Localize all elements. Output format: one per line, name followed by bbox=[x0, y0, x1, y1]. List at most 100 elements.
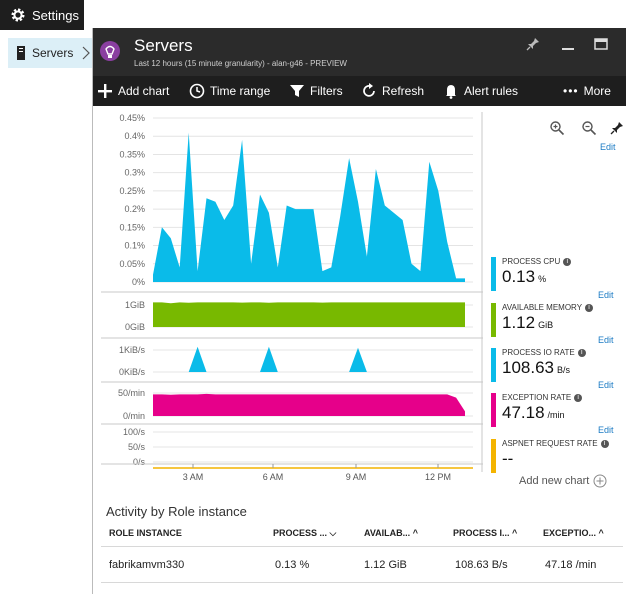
y-tick-label: 0.4% bbox=[124, 131, 145, 141]
lightbulb-icon bbox=[100, 41, 120, 61]
add-chart-button[interactable]: Add chart bbox=[97, 76, 169, 106]
metric-color-bar bbox=[491, 348, 496, 382]
info-icon[interactable]: i bbox=[600, 440, 609, 448]
servers-blade: Servers Last 12 hours (15 minute granula… bbox=[92, 28, 626, 594]
y-tick-label: 100/s bbox=[123, 427, 146, 437]
y-tick-label: 0KiB/s bbox=[119, 367, 146, 377]
info-icon[interactable]: i bbox=[585, 304, 594, 312]
time-range-label: Time range bbox=[210, 84, 271, 98]
filters-button[interactable]: Filters bbox=[289, 76, 343, 106]
y-tick-label: 0.15% bbox=[119, 222, 145, 232]
add-circle-icon bbox=[593, 474, 607, 488]
metric-value: -- bbox=[502, 449, 514, 468]
pin-icon[interactable] bbox=[525, 36, 541, 52]
column-header-exception[interactable]: EXCEPTIO... ^ bbox=[543, 528, 604, 538]
metric-value: 47.18 bbox=[502, 403, 545, 422]
y-tick-label: 50/s bbox=[128, 442, 146, 452]
edit-link-memory[interactable]: Edit bbox=[598, 290, 614, 300]
chevron-right-icon bbox=[82, 46, 90, 60]
series-area bbox=[153, 302, 465, 327]
more-label: More bbox=[583, 84, 611, 98]
column-header-role-instance[interactable]: ROLE INSTANCE bbox=[109, 528, 182, 538]
metric-name: ASPNET REQUEST RATE bbox=[502, 439, 598, 448]
add-new-chart-label: Add new chart bbox=[519, 475, 590, 487]
y-tick-label: 50/min bbox=[118, 388, 145, 398]
y-tick-label: 0/s bbox=[133, 457, 146, 467]
y-tick-label: 0.2% bbox=[124, 204, 145, 214]
add-new-chart-link[interactable]: Add new chart bbox=[519, 474, 607, 488]
cell-exception: 47.18 /min bbox=[545, 559, 597, 571]
command-bar: Add chart Time range Filters Refresh Ale… bbox=[93, 76, 626, 106]
y-tick-label: 0.1% bbox=[124, 241, 145, 251]
minimize-icon[interactable] bbox=[560, 36, 576, 52]
y-tick-label: 0.05% bbox=[119, 259, 145, 269]
metric-color-bar bbox=[491, 257, 496, 291]
plus-icon bbox=[98, 84, 112, 98]
info-icon[interactable]: i bbox=[577, 349, 586, 357]
column-header-process-io[interactable]: PROCESS I... ^ bbox=[453, 528, 517, 538]
column-label: EXCEPTIO... bbox=[543, 528, 597, 538]
refresh-button[interactable]: Refresh bbox=[361, 76, 424, 106]
alert-rules-button[interactable]: Alert rules bbox=[443, 76, 518, 106]
add-chart-label: Add chart bbox=[118, 84, 170, 98]
series-area bbox=[153, 132, 465, 282]
column-header-available-memory[interactable]: AVAILAB... ^ bbox=[364, 528, 418, 538]
more-button[interactable]: ••• More bbox=[563, 76, 611, 106]
table-row-divider bbox=[101, 582, 623, 583]
breadcrumb-servers[interactable]: Servers bbox=[8, 38, 98, 68]
metrics-chart: 0.45% 0.4% 0.35% 0.3% 0.25% 0.2% 0.15% 0.1% 0.05… bbox=[101, 112, 483, 482]
blade-subtitle: Last 12 hours (15 minute granularity) - … bbox=[134, 59, 347, 68]
y-tick-label: 0/min bbox=[123, 411, 145, 421]
metric-unit: GiB bbox=[538, 320, 554, 330]
breadcrumb-label: Servers bbox=[32, 46, 74, 60]
y-tick-label: 0.25% bbox=[119, 186, 145, 196]
settings-tab[interactable]: Settings bbox=[0, 0, 84, 30]
series-area bbox=[153, 393, 465, 416]
edit-link-aspnet[interactable]: Edit bbox=[598, 425, 614, 435]
cell-available-memory: 1.12 GiB bbox=[364, 559, 407, 571]
metric-unit: % bbox=[538, 274, 547, 284]
y-tick-label: 0.45% bbox=[119, 113, 145, 123]
metric-color-bar bbox=[491, 439, 496, 473]
y-tick-label: 0% bbox=[132, 277, 145, 287]
x-tick-label: 12 PM bbox=[425, 472, 451, 482]
metric-name: PROCESS CPU bbox=[502, 257, 561, 266]
metric-unit: /min bbox=[547, 410, 565, 420]
y-tick-label: 0GiB bbox=[125, 322, 145, 332]
blade-title: Servers bbox=[134, 36, 193, 55]
metric-unit: B/s bbox=[557, 365, 571, 375]
metric-value: 1.12 bbox=[502, 313, 536, 332]
y-tick-label: 0.3% bbox=[124, 168, 145, 178]
info-icon[interactable]: i bbox=[574, 394, 583, 402]
metric-value: 0.13 bbox=[502, 267, 536, 286]
time-range-button[interactable]: Time range bbox=[189, 76, 270, 106]
column-header-process-cpu[interactable]: PROCESS ... ⌵ bbox=[273, 528, 336, 539]
bell-icon bbox=[446, 85, 456, 99]
ellipsis-icon: ••• bbox=[563, 84, 579, 98]
column-label: AVAILAB... bbox=[364, 528, 411, 538]
metric-color-bar bbox=[491, 303, 496, 337]
maximize-icon[interactable] bbox=[593, 36, 609, 52]
cell-process-cpu: 0.13 % bbox=[275, 559, 310, 571]
sort-asc-icon: ^ bbox=[512, 528, 518, 538]
cell-role-instance: fabrikamvm330 bbox=[109, 559, 185, 571]
alert-rules-label: Alert rules bbox=[464, 84, 519, 98]
y-tick-label: 1GiB bbox=[125, 300, 145, 310]
column-label: PROCESS ... bbox=[273, 528, 328, 538]
server-icon bbox=[17, 46, 25, 60]
x-tick-label: 3 AM bbox=[183, 472, 204, 482]
x-tick-label: 6 AM bbox=[263, 472, 284, 482]
table-header-divider bbox=[101, 546, 623, 547]
y-tick-label: 0.35% bbox=[119, 149, 145, 159]
y-tick-label: 1KiB/s bbox=[119, 345, 146, 355]
edit-link-io[interactable]: Edit bbox=[598, 335, 614, 345]
filter-icon bbox=[290, 85, 304, 97]
column-label: ROLE INSTANCE bbox=[109, 528, 182, 538]
metric-color-bar bbox=[491, 393, 496, 427]
settings-tab-label: Settings bbox=[32, 7, 79, 23]
cell-process-io: 108.63 B/s bbox=[455, 559, 508, 571]
edit-link-exception[interactable]: Edit bbox=[598, 380, 614, 390]
activity-title: Activity by Role instance bbox=[106, 504, 247, 519]
sort-asc-icon: ^ bbox=[598, 528, 604, 538]
info-icon[interactable]: i bbox=[563, 258, 572, 266]
